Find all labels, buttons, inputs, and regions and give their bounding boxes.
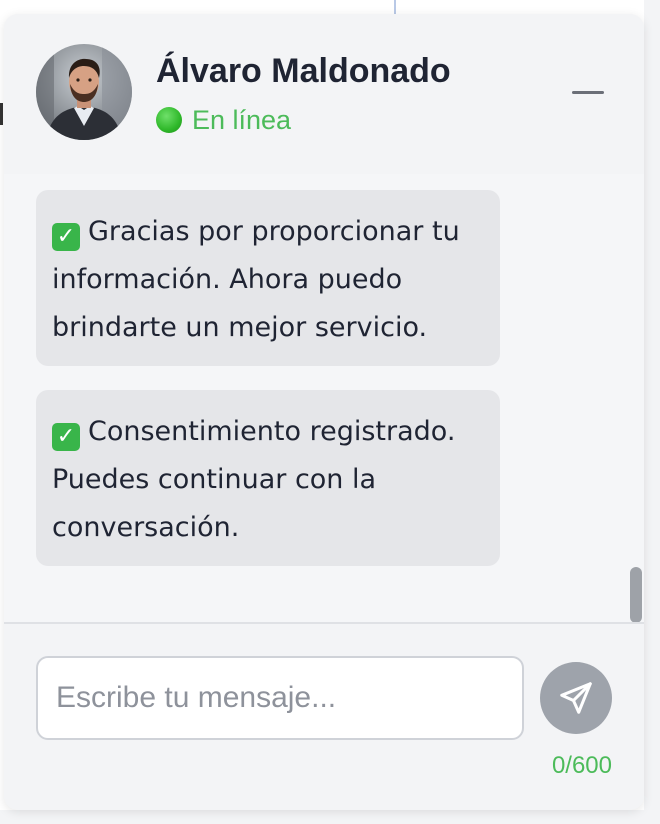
agent-status: En línea <box>156 104 291 136</box>
person-portrait-icon <box>36 44 132 140</box>
chat-header: Álvaro Maldonado En línea <box>4 14 644 174</box>
send-button[interactable] <box>540 662 612 734</box>
minimize-icon <box>572 91 604 94</box>
message-list: ✓ Gracias por proporcionar tu información… <box>4 174 628 622</box>
background-page-mark <box>0 103 3 125</box>
background-page-edge <box>644 0 660 824</box>
message-input[interactable] <box>36 656 524 740</box>
check-mark-icon: ✓ <box>52 423 80 451</box>
character-counter: 0/600 <box>551 752 612 779</box>
message-text: Consentimiento registrado. Puedes contin… <box>52 416 456 543</box>
background-divider <box>394 0 396 14</box>
agent-avatar <box>36 44 132 140</box>
online-status-icon <box>156 107 182 133</box>
send-paper-plane-icon <box>560 682 592 714</box>
chat-widget: Álvaro Maldonado En línea ✓ Gracias por p… <box>4 14 644 810</box>
message-composer: 0/600 <box>4 624 644 810</box>
agent-name: Álvaro Maldonado <box>156 52 451 90</box>
scrollbar-track[interactable] <box>628 174 644 623</box>
bot-message: ✓ Consentimiento registrado. Puedes conti… <box>36 390 500 566</box>
scrollbar-thumb[interactable] <box>630 567 642 623</box>
minimize-button[interactable] <box>564 82 608 104</box>
status-text: En línea <box>192 104 292 135</box>
background-page-edge <box>0 810 660 824</box>
bot-message: ✓ Gracias por proporcionar tu información… <box>36 190 500 366</box>
check-mark-icon: ✓ <box>52 223 80 251</box>
message-text: Gracias por proporcionar tu información.… <box>52 216 460 343</box>
